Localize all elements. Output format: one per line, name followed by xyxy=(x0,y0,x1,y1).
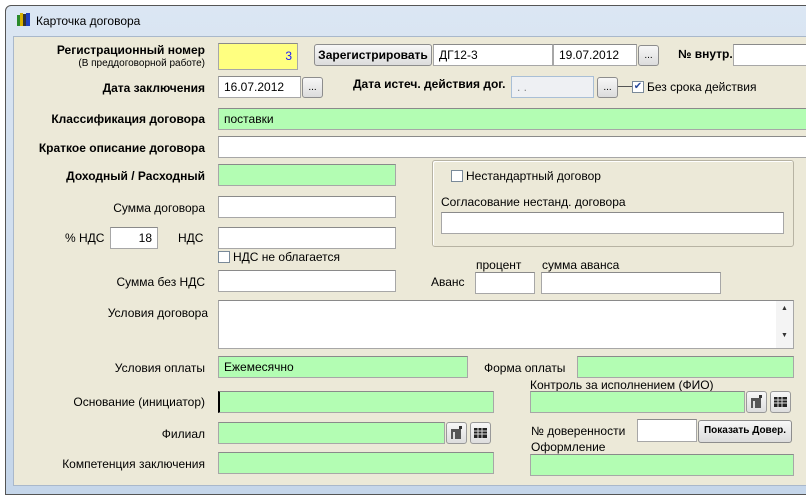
short-desc-input[interactable] xyxy=(218,136,806,158)
vat-percent-label: % НДС xyxy=(65,231,105,245)
registration-label: Оформление xyxy=(531,440,606,454)
books-icon xyxy=(17,13,30,26)
competence-label: Компетенция заключения xyxy=(62,457,205,471)
sum-no-vat-input[interactable] xyxy=(218,270,396,292)
income-expense-label: Доходный / Расходный xyxy=(66,169,205,183)
sum-label: Сумма договора xyxy=(113,201,205,215)
reg-code-input[interactable]: ДГ12-3 xyxy=(433,44,553,66)
reg-number-sublabel: (В преддоговорной работе) xyxy=(78,58,205,69)
branch-input[interactable] xyxy=(218,422,445,444)
branch-lookup-icon[interactable] xyxy=(446,422,467,444)
no-term-checkbox[interactable]: ✔ xyxy=(632,81,644,93)
expiry-date-input[interactable]: . . xyxy=(511,76,594,98)
conclusion-date-label: Дата заключения xyxy=(102,81,205,95)
reg-number-label: Регистрационный номер xyxy=(56,43,205,57)
vat-exempt-checkbox[interactable] xyxy=(218,251,230,263)
control-label: Контроль за исполнением (ФИО) xyxy=(530,378,714,392)
terms-label: Условия договора xyxy=(107,306,208,320)
internal-number-label: № внутр. xyxy=(678,47,733,61)
sum-input[interactable] xyxy=(218,196,396,218)
basis-label: Основание (инициатор) xyxy=(73,395,205,409)
control-input[interactable] xyxy=(530,391,745,413)
terms-textarea[interactable] xyxy=(218,300,794,349)
register-button[interactable]: Зарегистрировать xyxy=(314,44,432,66)
advance-percent-input[interactable] xyxy=(475,272,535,294)
reg-date-picker-button[interactable]: ... xyxy=(638,45,659,66)
payment-form-input[interactable] xyxy=(577,356,794,378)
sum-no-vat-label: Сумма без НДС xyxy=(116,275,205,289)
payment-form-label: Форма оплаты xyxy=(484,361,566,375)
payment-terms-input[interactable]: Ежемесячно xyxy=(218,356,468,378)
branch-table-icon[interactable] xyxy=(470,422,491,444)
short-desc-label: Краткое описание договора xyxy=(38,141,205,155)
control-lookup-icon[interactable] xyxy=(746,391,767,413)
conclusion-date-input[interactable]: 16.07.2012 xyxy=(218,76,301,98)
poa-label: № доверенности xyxy=(531,424,626,438)
advance-label: Аванс xyxy=(431,275,465,289)
approval-label: Согласование нестанд. договора xyxy=(441,195,626,209)
advance-percent-label: процент xyxy=(476,258,522,272)
vat-percent-input[interactable]: 18 xyxy=(110,227,158,249)
window-title: Карточка договора xyxy=(36,14,141,28)
expiry-date-label: Дата истеч. действия дог. xyxy=(353,77,506,91)
terms-scrollbar[interactable]: ▲ ▼ xyxy=(776,301,793,348)
classification-input[interactable]: поставки xyxy=(218,108,806,130)
no-term-label: Без срока действия xyxy=(647,80,757,94)
connector-line xyxy=(618,86,632,87)
nonstandard-label: Нестандартный договор xyxy=(466,169,601,183)
conclusion-date-picker-button[interactable]: ... xyxy=(302,77,323,98)
registration-input[interactable] xyxy=(530,454,794,476)
approval-input[interactable] xyxy=(441,212,784,234)
poa-input[interactable] xyxy=(637,419,697,442)
payment-terms-label: Условия оплаты xyxy=(114,361,205,375)
reg-date-input[interactable]: 19.07.2012 xyxy=(553,44,637,66)
basis-input[interactable] xyxy=(218,391,494,413)
income-expense-input[interactable] xyxy=(218,164,396,186)
control-table-icon[interactable] xyxy=(770,391,791,413)
classification-label: Классификация договора xyxy=(51,112,205,126)
competence-input[interactable] xyxy=(218,452,494,474)
advance-amount-input[interactable] xyxy=(541,272,721,294)
vat-label: НДС xyxy=(178,231,204,245)
show-poa-button[interactable]: Показать Довер. xyxy=(698,420,792,443)
vat-exempt-label: НДС не облагается xyxy=(233,250,341,264)
expiry-date-picker-button[interactable]: ... xyxy=(597,77,618,98)
internal-number-input[interactable] xyxy=(733,44,806,66)
branch-label: Филиал xyxy=(161,427,205,441)
vat-input[interactable] xyxy=(218,227,396,249)
advance-amount-label: сумма аванса xyxy=(542,258,620,272)
nonstandard-checkbox[interactable] xyxy=(451,170,463,182)
reg-number-input[interactable]: 3 xyxy=(218,43,298,70)
